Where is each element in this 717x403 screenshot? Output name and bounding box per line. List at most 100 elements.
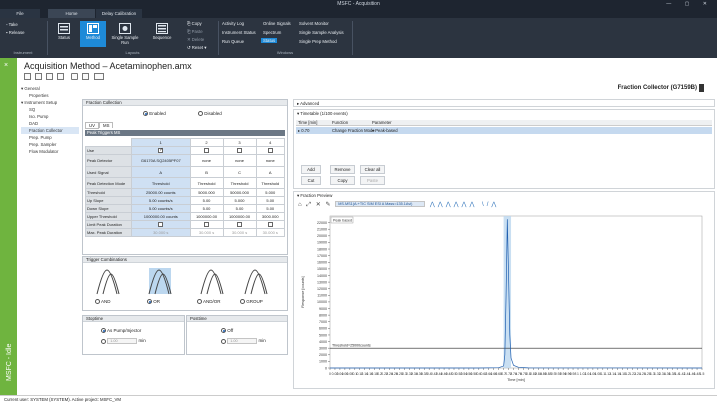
delete-layout-button[interactable]: ✕ Delete <box>187 37 204 43</box>
use-checkbox[interactable] <box>222 146 257 155</box>
edit-icon[interactable]: ✎ <box>325 202 330 208</box>
open-icon[interactable] <box>46 73 53 80</box>
status-layout-button[interactable]: Status <box>51 21 77 47</box>
up-slope-input[interactable]: 5.00 <box>255 196 286 205</box>
up-slope-input[interactable]: 5.000 <box>222 196 257 205</box>
down-slope-input[interactable]: 5.00 <box>222 204 257 213</box>
use-checkbox[interactable] <box>189 146 224 155</box>
enabled-radio[interactable]: Enabled <box>143 111 166 117</box>
single-sample-analysis-button[interactable]: Single Sample Analysis <box>299 30 344 35</box>
limit-duration-checkbox[interactable] <box>131 220 191 229</box>
new-method-icon[interactable] <box>24 73 31 80</box>
instrument-status-button[interactable]: Instrument Status <box>222 30 256 35</box>
stoptime-input[interactable]: 1.00 <box>107 338 138 344</box>
detection-mode-select[interactable]: Threshold <box>255 177 286 189</box>
max-duration-input[interactable]: 30.000 s <box>131 228 191 237</box>
tree-item-instrument-setup[interactable]: ▾ Instrument Setup <box>21 99 79 106</box>
limit-duration-checkbox[interactable] <box>189 220 224 229</box>
tree-item-iso-pump[interactable]: Iso. Pump <box>21 113 79 120</box>
used-signal-select[interactable]: A <box>131 166 191 178</box>
tab-ms[interactable]: MS <box>98 122 114 128</box>
copy-button[interactable]: Copy <box>330 176 355 185</box>
use-checkbox[interactable] <box>255 146 286 155</box>
timetable-header[interactable]: ▾ Timetable (1/100 events) <box>294 110 714 117</box>
stoptime-custom-radio[interactable]: 1.00 min <box>101 338 146 344</box>
posttime-custom-radio[interactable]: 1.00 min <box>221 338 266 344</box>
used-signal-select[interactable]: A <box>255 166 286 178</box>
disabled-radio[interactable]: Disabled <box>198 111 222 117</box>
tab-home[interactable]: Home <box>48 9 95 18</box>
threshold-input[interactable]: 5.000 <box>255 188 286 197</box>
online-signals-button[interactable]: Online Signals <box>263 21 291 26</box>
threshold-input[interactable]: 5000.000 <box>189 188 224 197</box>
peak-tool-icons[interactable]: ⋀⋀⋀⋀⋀⋀ \/⋀ <box>430 202 499 208</box>
tree-item-fraction-collector[interactable]: Fraction Collector <box>21 127 79 134</box>
tree-item-general[interactable]: ▾ General <box>21 85 79 92</box>
zoom-icon[interactable]: ⤢ <box>306 202 311 208</box>
trigger-group-radio[interactable]: GROUP <box>240 299 263 305</box>
spectrum-button[interactable]: Spectrum <box>263 30 281 35</box>
tree-item-properties[interactable]: Properties <box>21 92 79 99</box>
detection-mode-select[interactable]: Threshold <box>131 177 191 189</box>
run-queue-button[interactable]: Run Queue <box>222 39 244 44</box>
single-sample-run-button[interactable]: Single Sample Run <box>110 21 140 47</box>
trigger-and-radio[interactable]: AND <box>95 299 111 305</box>
trigger-and-or-radio[interactable]: AND/OR <box>197 299 221 305</box>
upper-threshold-input[interactable]: 1000000.00 counts <box>131 212 191 221</box>
peak-detector-select[interactable]: G6170A SQ2405PF07 <box>131 154 191 167</box>
tab-delay-calibration[interactable]: Delay Calibration <box>96 9 142 18</box>
up-slope-input[interactable]: 5.00 counts/s <box>131 196 191 205</box>
status-window-button[interactable]: Status <box>261 38 278 43</box>
tree-item-dad[interactable]: DAD <box>21 120 79 127</box>
used-signal-select[interactable]: C <box>222 166 257 178</box>
more-options-icon[interactable] <box>94 73 104 80</box>
signal-select[interactable]: MS.MS1(A:+TIC SIM ESI A Mass=135.1Avi) <box>335 201 426 208</box>
fraction-preview-header[interactable]: ▾ Fraction Preview <box>294 192 714 199</box>
stoptime-as-pump-radio[interactable]: As Pump/Injector <box>101 328 141 334</box>
down-slope-input[interactable]: 5.00 counts/s <box>131 204 191 213</box>
max-duration-input[interactable]: 30.000 s <box>189 228 224 237</box>
single-prep-method-button[interactable]: Single Prep Method <box>299 39 337 44</box>
paste-layout-button[interactable]: ⎗ Paste <box>187 29 203 34</box>
use-checkbox[interactable] <box>131 146 191 155</box>
tree-item-prep-pump[interactable]: Prep. Pump <box>21 134 79 141</box>
window-controls[interactable]: — ▢ ✕ <box>666 0 713 9</box>
clear-icon[interactable]: ✕ <box>316 202 321 208</box>
detection-mode-select[interactable]: Threshold <box>189 177 224 189</box>
detection-mode-select[interactable]: Threshold <box>222 177 257 189</box>
take-button[interactable]: ▪ Take <box>6 22 18 27</box>
upper-threshold-input[interactable]: 1000000.00 <box>189 212 224 221</box>
limit-duration-checkbox[interactable] <box>255 220 286 229</box>
advanced-section[interactable]: ▸ Advanced <box>293 99 715 107</box>
solvent-monitor-button[interactable]: Solvent Monitor <box>299 21 329 26</box>
threshold-input[interactable]: 50000.000 <box>222 188 257 197</box>
posttime-input[interactable]: 1.00 <box>227 338 258 344</box>
save-icon[interactable] <box>57 73 64 80</box>
clear-all-button[interactable]: Clear all <box>360 165 385 174</box>
remove-button[interactable]: Remove <box>330 165 355 174</box>
tab-uv[interactable]: UV <box>85 122 99 129</box>
method-layout-button[interactable]: Method <box>80 21 106 47</box>
down-slope-input[interactable]: 5.00 <box>189 204 224 213</box>
print-icon[interactable] <box>82 73 89 80</box>
paste-button[interactable]: Paste <box>360 176 385 185</box>
peak-detector-select[interactable]: none <box>189 154 224 167</box>
posttime-off-radio[interactable]: Off <box>221 328 233 334</box>
tree-item-flow-modulator[interactable]: Flow Modulator <box>21 148 79 155</box>
tree-item-prep-sampler[interactable]: Prep. Sampler <box>21 141 79 148</box>
sequence-button[interactable]: Sequence <box>147 21 177 47</box>
upload-icon[interactable] <box>71 73 78 80</box>
used-signal-select[interactable]: B <box>189 166 224 178</box>
threshold-input[interactable]: 25000.00 counts <box>131 188 191 197</box>
tree-item-sq[interactable]: SQ <box>21 106 79 113</box>
home-icon[interactable]: ⌂ <box>298 202 302 208</box>
upper-threshold-input[interactable]: 1000000.00 <box>222 212 257 221</box>
peak-detector-select[interactable]: none <box>255 154 286 167</box>
trigger-or-radio[interactable]: OR <box>147 299 160 305</box>
activity-log-button[interactable]: Activity Log <box>222 21 244 26</box>
new-from-icon[interactable] <box>35 73 42 80</box>
limit-duration-checkbox[interactable] <box>222 220 257 229</box>
max-duration-input[interactable]: 30.000 s <box>255 228 286 237</box>
add-button[interactable]: Add <box>301 165 321 174</box>
cut-button[interactable]: Cut <box>301 176 321 185</box>
